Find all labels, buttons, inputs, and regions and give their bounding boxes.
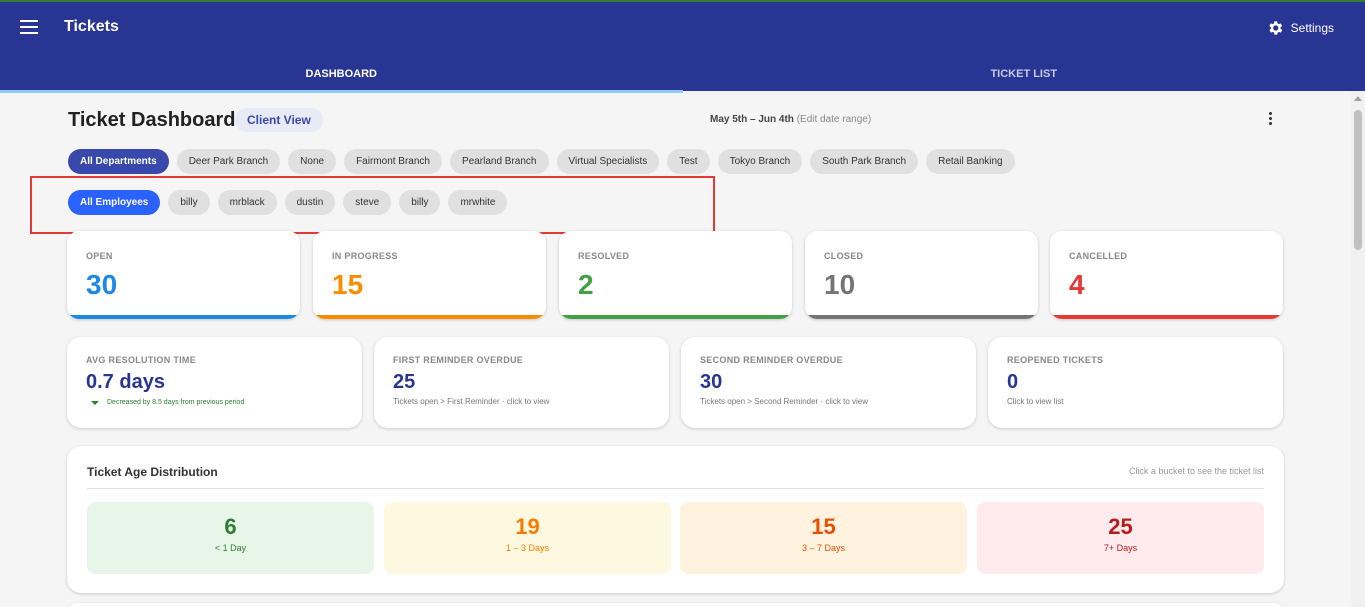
employee-chip[interactable]: steve — [343, 190, 392, 215]
vertical-scrollbar[interactable] — [1351, 91, 1365, 607]
age-bucket-under-1-day[interactable]: 6 < 1 Day — [87, 502, 374, 574]
trend-indicator: Decreased by 8.5 days from previous peri… — [91, 399, 244, 406]
metric-card-subtext: Tickets open > First Reminder · click to… — [393, 397, 550, 406]
date-range: May 5th – Jun 4th (Edit date range) — [710, 114, 871, 125]
settings-button[interactable]: Settings — [1266, 19, 1334, 37]
metric-card-label: FIRST REMINDER OVERDUE — [393, 355, 524, 365]
metric-card-label: SECOND REMINDER OVERDUE — [700, 355, 843, 365]
status-card-label: OPEN — [86, 251, 113, 261]
status-card-bar — [1050, 315, 1283, 319]
page-title: Ticket Dashboard — [68, 109, 236, 131]
age-bucket-7-plus-days[interactable]: 25 7+ Days — [977, 502, 1264, 574]
app-bar: Tickets Settings DASHBOARD TICKET LIST — [0, 0, 1365, 93]
status-card-label: RESOLVED — [578, 251, 630, 261]
employee-chip[interactable]: billy — [399, 190, 441, 215]
status-card-open[interactable]: OPEN 30 — [67, 231, 300, 319]
department-chip[interactable]: Pearland Branch — [450, 149, 549, 174]
status-card-bar — [313, 315, 546, 319]
metric-card-subtext: Click to view list — [1007, 397, 1064, 406]
status-card-value: 4 — [1069, 269, 1085, 300]
department-chip[interactable]: Tokyo Branch — [717, 149, 803, 174]
status-card-in-progress[interactable]: IN PROGRESS 15 — [313, 231, 546, 319]
department-chip[interactable]: Test — [667, 149, 710, 174]
trend-text: Decreased by 8.5 days from previous peri… — [107, 399, 245, 406]
bucket-count: 25 — [1108, 514, 1133, 539]
metric-card-value: 0.7 days — [86, 371, 165, 393]
status-card-value: 10 — [824, 269, 856, 300]
age-distribution-hint: Click a bucket to see the ticket list — [1128, 466, 1264, 476]
tab-ticket-list[interactable]: TICKET LIST — [683, 54, 1365, 93]
department-chip[interactable]: Fairmont Branch — [344, 149, 442, 174]
employee-chip[interactable]: dustin — [284, 190, 336, 215]
metric-card-value: 30 — [700, 371, 723, 393]
bucket-range: < 1 Day — [214, 543, 247, 553]
gear-icon — [1268, 21, 1282, 35]
status-card-bar — [67, 315, 300, 319]
department-chip[interactable]: Deer Park Branch — [176, 149, 281, 174]
status-card-label: CLOSED — [824, 251, 864, 261]
department-chip[interactable]: Virtual Specialists — [556, 149, 660, 174]
department-chip-all[interactable]: All Departments — [68, 149, 169, 174]
department-chip[interactable]: South Park Branch — [810, 149, 919, 174]
date-range-value: May 5th – Jun 4th — [710, 114, 794, 125]
metric-card-value: 0 — [1007, 371, 1019, 393]
metric-card-reopened[interactable]: REOPENED TICKETS 0 Click to view list — [988, 337, 1283, 428]
metric-card-second-reminder[interactable]: SECOND REMINDER OVERDUE 30 Tickets open … — [681, 337, 976, 428]
status-card-cancelled[interactable]: CANCELLED 4 — [1050, 231, 1283, 319]
settings-label: Settings — [1290, 21, 1334, 35]
more-options-icon[interactable] — [1266, 112, 1274, 128]
bucket-range: 7+ Days — [1103, 543, 1138, 553]
status-card-closed[interactable]: CLOSED 10 — [805, 231, 1038, 319]
department-filter: All Departments Deer Park Branch None Fa… — [68, 149, 1015, 174]
edit-date-range-link[interactable]: (Edit date range) — [797, 114, 872, 125]
client-view-button[interactable]: Client View — [235, 108, 323, 132]
age-bucket-3-7-days[interactable]: 15 3 – 7 Days — [680, 502, 967, 574]
app-title: Tickets — [64, 18, 119, 35]
scrollbar-thumb[interactable] — [1354, 110, 1362, 250]
age-distribution-title: Ticket Age Distribution — [87, 465, 218, 479]
scroll-up-arrow-icon[interactable] — [1354, 96, 1362, 101]
age-bucket-1-3-days[interactable]: 19 1 – 3 Days — [384, 502, 671, 574]
employee-chip[interactable]: mrblack — [217, 190, 277, 215]
bucket-range: 1 – 3 Days — [505, 543, 550, 553]
hamburger-menu-icon[interactable] — [20, 20, 38, 34]
status-card-value: 15 — [332, 269, 364, 300]
status-card-resolved[interactable]: RESOLVED 2 — [559, 231, 792, 319]
employee-chip-all[interactable]: All Employees — [68, 190, 161, 215]
metric-card-subtext: Tickets open > Second Reminder · click t… — [700, 397, 868, 406]
metric-card-value: 25 — [393, 371, 416, 393]
status-card-bar — [805, 315, 1038, 319]
employee-chip[interactable]: billy — [168, 190, 210, 215]
status-card-value: 2 — [578, 269, 594, 300]
age-distribution-card: Ticket Age Distribution Click a bucket t… — [67, 446, 1284, 593]
employee-chip[interactable]: mrwhite — [448, 190, 508, 215]
metric-card-label: AVG RESOLUTION TIME — [86, 355, 197, 365]
next-card-edge — [67, 603, 1284, 607]
status-card-value: 30 — [86, 269, 118, 300]
status-card-label: IN PROGRESS — [332, 251, 398, 261]
metric-card-avg-resolution[interactable]: AVG RESOLUTION TIME 0.7 days Decreased b… — [67, 337, 362, 428]
trend-down-icon — [91, 400, 99, 405]
divider — [87, 488, 1264, 489]
bucket-range: 3 – 7 Days — [801, 543, 846, 553]
tab-bar: DASHBOARD TICKET LIST — [0, 54, 1365, 93]
department-chip[interactable]: None — [288, 149, 337, 174]
department-chip[interactable]: Retail Banking — [926, 149, 1015, 174]
bucket-count: 6 — [224, 514, 237, 539]
metric-card-label: REOPENED TICKETS — [1007, 355, 1104, 365]
bucket-count: 15 — [811, 514, 836, 539]
employee-filter: All Employees billy mrblack dustin steve… — [68, 190, 508, 215]
status-card-label: CANCELLED — [1069, 251, 1128, 261]
metric-card-first-reminder[interactable]: FIRST REMINDER OVERDUE 25 Tickets open >… — [374, 337, 669, 428]
status-card-bar — [559, 315, 792, 319]
bucket-count: 19 — [515, 514, 540, 539]
tab-dashboard[interactable]: DASHBOARD — [0, 54, 683, 93]
